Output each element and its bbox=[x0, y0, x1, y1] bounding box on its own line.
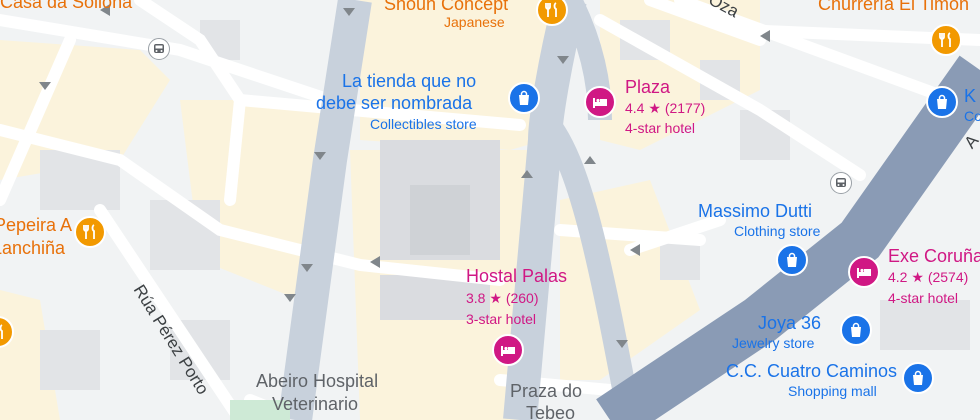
bus-stop-icon[interactable] bbox=[148, 38, 170, 60]
bus-stop-icon[interactable] bbox=[830, 172, 852, 194]
shopping-bag-icon[interactable] bbox=[902, 362, 934, 394]
place-name-exe-coruna[interactable]: Exe Coruña bbox=[888, 246, 980, 267]
place-category-massimo-dutti: Clothing store bbox=[734, 223, 821, 239]
star-icon: ★ bbox=[648, 100, 661, 116]
star-icon: ★ bbox=[911, 269, 924, 285]
hotel-icon[interactable] bbox=[492, 334, 524, 366]
place-name-plaza[interactable]: Plaza bbox=[625, 77, 670, 98]
place-category-cc-cuatro-caminos: Shopping mall bbox=[788, 383, 877, 399]
place-name-massimo-dutti[interactable]: Massimo Dutti bbox=[698, 201, 812, 222]
review-count: (260) bbox=[505, 290, 539, 306]
place-category-joya-36: Jewelry store bbox=[732, 335, 815, 351]
map-canvas[interactable]: Casa da Sollona Shoun Concept Japanese C… bbox=[0, 0, 980, 420]
place-rating-exe-coruna: 4.2 ★ (2574) bbox=[888, 269, 968, 285]
shopping-bag-icon[interactable] bbox=[840, 314, 872, 346]
star-icon: ★ bbox=[489, 290, 502, 306]
restaurant-icon[interactable] bbox=[930, 24, 962, 56]
place-rating-plaza: 4.4 ★ (2177) bbox=[625, 100, 705, 116]
rating-value: 3.8 bbox=[466, 290, 486, 306]
place-category-plaza: 4-star hotel bbox=[625, 120, 696, 136]
place-name-hostal-palas[interactable]: Hostal Palas bbox=[466, 266, 567, 287]
place-name-pepeira-line1[interactable]: Pepeira A bbox=[0, 215, 72, 236]
place-name-shoun-concept[interactable]: Shoun Concept bbox=[384, 0, 508, 15]
rating-value: 4.4 bbox=[625, 100, 645, 116]
place-name-k-store[interactable]: K bbox=[964, 86, 976, 107]
place-category-k-store: Co bbox=[964, 108, 980, 124]
hotel-icon[interactable] bbox=[848, 256, 880, 288]
place-name-la-tienda-line1[interactable]: La tienda que no bbox=[342, 71, 476, 92]
place-name-praza-tebeo-line1[interactable]: Praza do bbox=[510, 381, 582, 402]
place-name-abeiro-line2[interactable]: Veterinario bbox=[272, 394, 358, 415]
shopping-bag-icon[interactable] bbox=[776, 244, 808, 276]
shopping-bag-icon[interactable] bbox=[926, 86, 958, 118]
map-base-layer bbox=[0, 0, 980, 420]
place-rating-hostal-palas: 3.8 ★ (260) bbox=[466, 290, 539, 306]
place-name-churreria[interactable]: Churrería El Timón bbox=[818, 0, 969, 15]
rating-value: 4.2 bbox=[888, 269, 908, 285]
place-name-joya-36[interactable]: Joya 36 bbox=[758, 313, 821, 334]
restaurant-icon[interactable] bbox=[74, 216, 106, 248]
place-category-shoun-concept: Japanese bbox=[444, 14, 505, 30]
shopping-bag-icon[interactable] bbox=[508, 82, 540, 114]
review-count: (2574) bbox=[927, 269, 969, 285]
place-category-la-tienda: Collectibles store bbox=[370, 116, 477, 132]
review-count: (2177) bbox=[664, 100, 706, 116]
place-category-hostal-palas: 3-star hotel bbox=[466, 311, 537, 327]
place-name-abeiro-line1[interactable]: Abeiro Hospital bbox=[256, 371, 378, 392]
hotel-icon[interactable] bbox=[584, 86, 616, 118]
place-name-cc-cuatro-caminos[interactable]: C.C. Cuatro Caminos bbox=[726, 361, 897, 382]
place-name-casa-da-sollona[interactable]: Casa da Sollona bbox=[0, 0, 132, 13]
place-name-praza-tebeo-line2[interactable]: Tebeo bbox=[526, 403, 575, 420]
place-category-exe-coruna: 4-star hotel bbox=[888, 290, 959, 306]
place-name-pepeira-line2[interactable]: Lanchiña bbox=[0, 238, 65, 259]
place-name-la-tienda-line2[interactable]: debe ser nombrada bbox=[316, 93, 472, 114]
